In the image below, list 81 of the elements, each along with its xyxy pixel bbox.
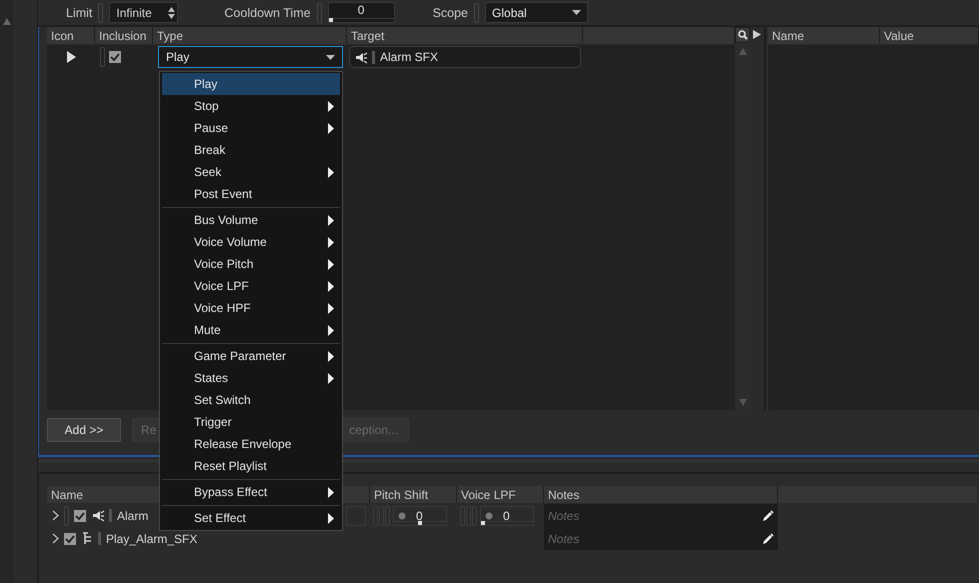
menu-item[interactable]: Mute (162, 319, 340, 341)
drag-handle[interactable] (98, 2, 104, 22)
menu-item[interactable]: Stop (162, 95, 340, 117)
scroll-down-icon (738, 399, 746, 406)
play-icon (66, 51, 76, 63)
menu-item[interactable]: Voice HPF (162, 297, 340, 319)
drag-handle[interactable] (474, 2, 480, 22)
menu-item[interactable]: Post Event (162, 183, 340, 205)
scroll-up-icon (738, 48, 746, 55)
collapse-icon (753, 30, 761, 39)
expand-icon[interactable] (52, 533, 59, 544)
column-header[interactable]: Target (347, 27, 583, 44)
caret-icon (326, 54, 335, 60)
menu-item[interactable]: Reset Playlist (162, 455, 340, 477)
checkbox[interactable] (74, 510, 86, 522)
menu-item[interactable]: Set Effect (162, 507, 340, 529)
column-header[interactable]: Value (880, 27, 979, 44)
column-header[interactable]: Name (768, 27, 880, 44)
checkbox[interactable] (109, 51, 121, 63)
value-field[interactable]: 0 (393, 506, 447, 526)
slider-thumb[interactable] (481, 520, 485, 524)
color-bar (98, 532, 101, 545)
menu-item[interactable]: Voice Volume (162, 231, 340, 253)
search-button[interactable] (735, 27, 750, 43)
cooldown-label: Cooldown Time (224, 6, 311, 20)
menu-item[interactable]: Bypass Effect (162, 481, 340, 503)
spin-up-icon (168, 6, 176, 12)
column-header[interactable]: Voice LPF (457, 486, 544, 503)
limit-label: Limit (66, 6, 92, 20)
type-dropdown[interactable]: Play (158, 46, 343, 68)
scrollbar[interactable] (0, 0, 13, 583)
drag-handle[interactable] (100, 47, 105, 67)
column-header[interactable]: Inclusion (95, 27, 153, 44)
menu-item[interactable]: Pause (162, 117, 340, 139)
value-field[interactable]: 0 (480, 506, 534, 526)
scroll-up-icon (2, 18, 10, 25)
menu-item[interactable]: Voice Pitch (162, 253, 340, 275)
notes-placeholder: Notes (548, 532, 580, 546)
slider-thumb[interactable] (418, 520, 422, 524)
notes-placeholder: Notes (548, 508, 580, 522)
menu-item[interactable]: States (162, 367, 340, 389)
column-header[interactable]: Notes (544, 486, 778, 503)
drag-handle[interactable] (64, 506, 69, 526)
search-icon (738, 30, 748, 40)
object-name[interactable]: Alarm (117, 508, 148, 522)
limit-spinbox[interactable]: Infinite (109, 2, 178, 23)
menu-item[interactable]: Voice LPF (162, 275, 340, 297)
object-name[interactable]: Play_Alarm_SFX (106, 532, 198, 546)
column-header[interactable]: Type (153, 27, 347, 44)
menu-item[interactable]: Play (162, 73, 340, 95)
slider-thumb[interactable] (328, 18, 333, 22)
branch-icon (81, 532, 93, 545)
color-bar (109, 509, 112, 522)
spinbox-value: Infinite (116, 6, 152, 20)
drag-handle[interactable] (316, 2, 322, 22)
spin-down-icon (168, 14, 176, 18)
scope-label: Scope (432, 6, 468, 20)
menu-item[interactable]: Game Parameter (162, 345, 340, 367)
column-header[interactable]: Pitch Shift (370, 486, 457, 503)
pencil-icon[interactable] (762, 510, 774, 522)
menu-item[interactable]: Seek (162, 161, 340, 183)
menu-item[interactable]: Set Switch (162, 389, 340, 411)
knob-icon (485, 512, 493, 520)
target-name: Alarm SFX (380, 50, 438, 64)
column-header[interactable]: Icon (47, 27, 95, 44)
knob-icon (398, 512, 406, 520)
pencil-icon[interactable] (762, 532, 774, 544)
checkbox[interactable] (64, 532, 76, 544)
speaker-icon (91, 509, 104, 522)
menu-item[interactable]: Break (162, 139, 340, 161)
caret-icon (572, 10, 582, 15)
cooldown-field[interactable]: 0 (328, 2, 395, 23)
button[interactable]: Add >> (47, 418, 121, 442)
menu-item[interactable]: Trigger (162, 411, 340, 433)
color-bar (372, 50, 375, 64)
menu-item[interactable]: Bus Volume (162, 209, 340, 231)
menu-item[interactable]: Release Envelope (162, 433, 340, 455)
speaker-icon (354, 50, 367, 64)
expand-icon[interactable] (52, 510, 59, 521)
scope-dropdown[interactable]: Global (485, 2, 588, 23)
target-field[interactable]: Alarm SFX (349, 46, 581, 68)
